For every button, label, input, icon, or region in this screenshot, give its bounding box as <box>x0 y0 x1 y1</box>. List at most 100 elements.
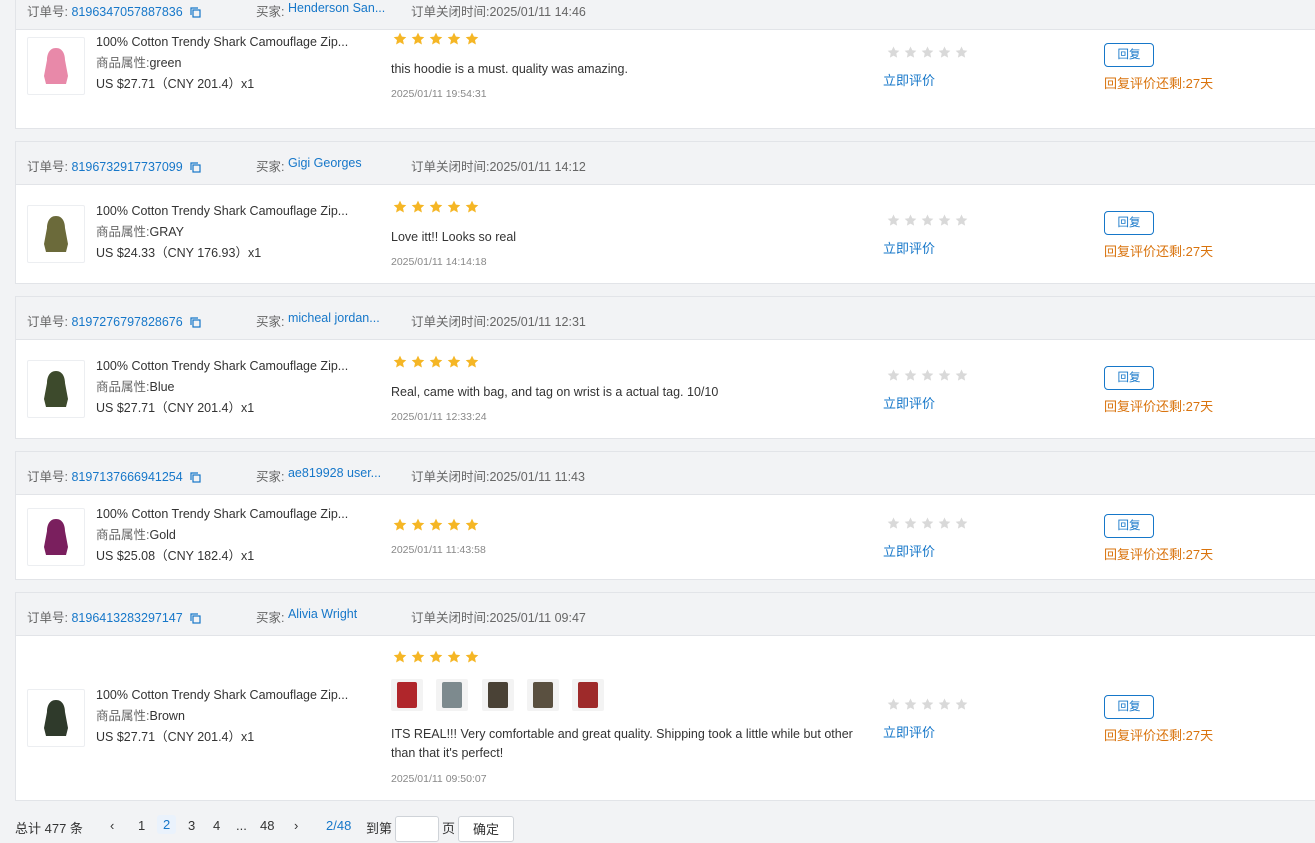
reply-button[interactable]: 回复 <box>1104 43 1154 67</box>
empty-star-icon[interactable] <box>955 214 968 227</box>
page-3[interactable]: 3 <box>188 818 195 833</box>
empty-star-icon[interactable] <box>938 46 951 59</box>
order-number-link[interactable]: 8197137666941254 <box>71 470 182 484</box>
reply-button[interactable]: 回复 <box>1104 514 1154 538</box>
star-icon <box>465 355 479 368</box>
seller-rating-stars[interactable] <box>887 46 972 58</box>
copy-icon[interactable] <box>190 7 201 18</box>
product-thumbnail[interactable] <box>27 37 85 95</box>
buyer: 买家: ae819928 user... <box>256 466 382 484</box>
order-body: 100% Cotton Trendy Shark Camouflage Zip.… <box>16 30 1315 128</box>
confirm-button[interactable]: 确定 <box>458 816 514 842</box>
order-number: 订单号: 8196413283297147 <box>27 607 201 626</box>
product-thumbnail[interactable] <box>27 508 85 566</box>
buyer-link[interactable]: Alivia Wright <box>288 607 357 621</box>
product-price: US $25.08（CNY 182.4）x1 <box>96 549 255 563</box>
product-title[interactable]: 100% Cotton Trendy Shark Camouflage Zip.… <box>96 685 348 706</box>
rate-now-link[interactable]: 立即评价 <box>883 541 935 560</box>
reply-button[interactable]: 回复 <box>1104 695 1154 719</box>
empty-star-icon[interactable] <box>887 214 900 227</box>
star-icon <box>465 518 479 531</box>
review-photo[interactable] <box>391 679 423 711</box>
order-number-link[interactable]: 8197276797828676 <box>71 315 182 329</box>
seller-rating-stars[interactable] <box>887 517 972 529</box>
review-photo[interactable] <box>481 679 514 711</box>
prev-page-button[interactable]: ‹ <box>110 818 114 833</box>
empty-star-icon[interactable] <box>904 214 917 227</box>
empty-star-icon[interactable] <box>904 46 917 59</box>
review-photo[interactable] <box>527 679 560 711</box>
empty-star-icon[interactable] <box>904 369 917 382</box>
empty-star-icon[interactable] <box>887 698 900 711</box>
empty-star-icon[interactable] <box>921 46 934 59</box>
reply-button[interactable]: 回复 <box>1104 211 1154 235</box>
order-number: 订单号: 8197137666941254 <box>27 466 201 485</box>
empty-star-icon[interactable] <box>887 369 900 382</box>
product-title[interactable]: 100% Cotton Trendy Shark Camouflage Zip.… <box>96 32 348 53</box>
product-attribute: 商品属性:GRAY <box>96 225 184 239</box>
empty-star-icon[interactable] <box>887 46 900 59</box>
empty-star-icon[interactable] <box>904 698 917 711</box>
empty-star-icon[interactable] <box>921 698 934 711</box>
seller-rating-stars[interactable] <box>887 214 972 226</box>
next-page-button[interactable]: › <box>294 818 298 833</box>
product-thumbnail[interactable] <box>27 205 85 263</box>
review-time: 2025/01/11 11:43:58 <box>391 544 486 556</box>
copy-icon[interactable] <box>190 472 201 483</box>
buyer-link[interactable]: Henderson San... <box>288 1 385 15</box>
reply-time-left: 回复评价还剩:27天 <box>1104 76 1214 91</box>
buyer-link[interactable]: micheal jordan... <box>288 311 380 325</box>
empty-star-icon[interactable] <box>921 517 934 530</box>
copy-icon[interactable] <box>190 317 201 328</box>
empty-star-icon[interactable] <box>938 214 951 227</box>
empty-star-icon[interactable] <box>955 517 968 530</box>
empty-star-icon[interactable] <box>921 369 934 382</box>
star-icon <box>447 650 461 663</box>
page-jump-input[interactable] <box>395 816 439 842</box>
product-title[interactable]: 100% Cotton Trendy Shark Camouflage Zip.… <box>96 201 348 222</box>
star-icon <box>429 650 443 663</box>
product-title[interactable]: 100% Cotton Trendy Shark Camouflage Zip.… <box>96 356 348 377</box>
rate-now-link[interactable]: 立即评价 <box>883 722 935 741</box>
product-thumbnail[interactable] <box>27 689 85 747</box>
order-number-link[interactable]: 8196413283297147 <box>71 611 182 625</box>
order-number-link[interactable]: 8196732917737099 <box>71 160 182 174</box>
order-number-link[interactable]: 8196347057887836 <box>71 5 182 19</box>
empty-star-icon[interactable] <box>921 214 934 227</box>
empty-star-icon[interactable] <box>955 698 968 711</box>
empty-star-icon[interactable] <box>955 369 968 382</box>
empty-star-icon[interactable] <box>887 517 900 530</box>
star-icon <box>429 200 443 213</box>
buyer-link[interactable]: ae819928 user... <box>288 466 381 480</box>
order-header: 订单号: 8196413283297147 买家: Alivia Wright … <box>16 593 1315 636</box>
order-review-page: { "labels": { "order_no": "订单号:", "buyer… <box>0 0 1315 842</box>
buyer: 买家: Gigi Georges <box>256 156 362 174</box>
product-price: US $24.33（CNY 176.93）x1 <box>96 246 262 260</box>
product-price: US $27.71（CNY 201.4）x1 <box>96 401 255 415</box>
product-info: 100% Cotton Trendy Shark Camouflage Zip.… <box>96 685 348 748</box>
page-48[interactable]: 48 <box>260 818 274 833</box>
empty-star-icon[interactable] <box>955 46 968 59</box>
rate-now-link[interactable]: 立即评价 <box>883 393 935 412</box>
hoodie-image <box>44 216 68 252</box>
product-thumbnail[interactable] <box>27 360 85 418</box>
reply-button[interactable]: 回复 <box>1104 366 1154 390</box>
copy-icon[interactable] <box>190 162 201 173</box>
rate-now-link[interactable]: 立即评价 <box>883 238 935 257</box>
review-photo[interactable] <box>436 679 469 711</box>
page-1[interactable]: 1 <box>138 818 145 833</box>
page-ellipsis[interactable]: ... <box>236 818 247 833</box>
empty-star-icon[interactable] <box>938 517 951 530</box>
copy-icon[interactable] <box>190 613 201 624</box>
rate-now-link[interactable]: 立即评价 <box>883 70 935 89</box>
empty-star-icon[interactable] <box>938 698 951 711</box>
buyer-link[interactable]: Gigi Georges <box>288 156 362 170</box>
page-4[interactable]: 4 <box>213 818 220 833</box>
page-2[interactable]: 2 <box>157 815 177 834</box>
product-title[interactable]: 100% Cotton Trendy Shark Camouflage Zip.… <box>96 504 348 525</box>
review-photo[interactable] <box>572 679 605 711</box>
seller-rating-stars[interactable] <box>887 369 972 381</box>
empty-star-icon[interactable] <box>904 517 917 530</box>
seller-rating-stars[interactable] <box>887 698 972 710</box>
empty-star-icon[interactable] <box>938 369 951 382</box>
